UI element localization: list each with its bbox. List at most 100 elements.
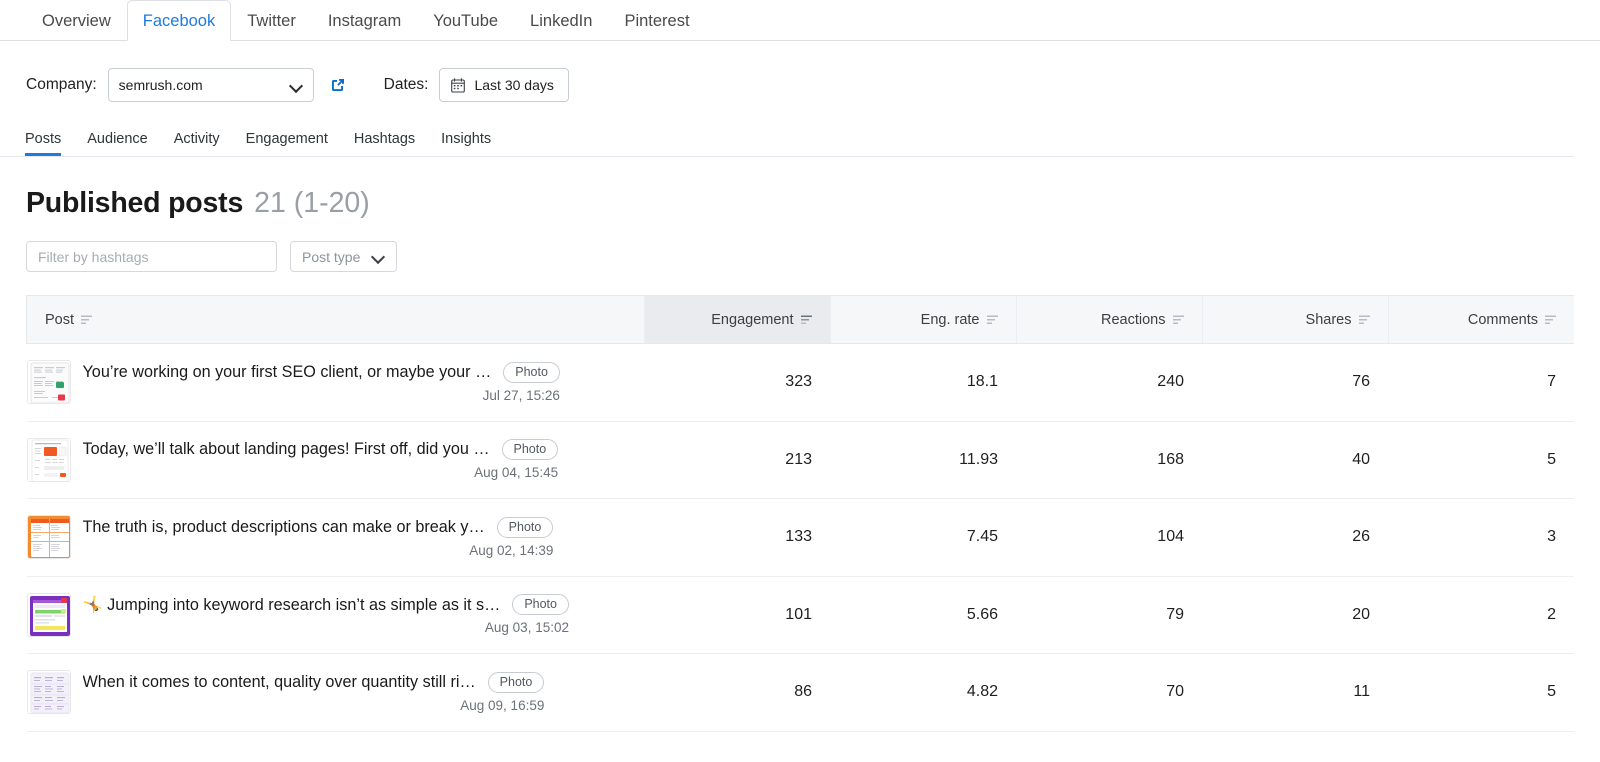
- post-thumbnail[interactable]: [26, 592, 71, 637]
- cell-comments: 2: [1388, 576, 1574, 654]
- filters-bar: Company: semrush.com Dates: Last 30 days: [0, 41, 1600, 107]
- post-thumbnail[interactable]: [26, 360, 71, 405]
- col-header-eng-rate-label: Eng. rate: [920, 311, 980, 328]
- post-type-badge: Photo: [496, 516, 554, 538]
- col-header-comments[interactable]: Comments: [1387, 295, 1574, 344]
- table-controls: Post type: [0, 220, 1600, 272]
- post-type-dropdown[interactable]: Post type: [290, 241, 398, 272]
- cell-engagement: 86: [644, 653, 830, 732]
- table-row[interactable]: The truth is, product descriptions can m…: [26, 498, 1574, 577]
- cell-post: Today, we’ll talk about landing pages! F…: [26, 421, 644, 499]
- page-title-count: 21 (1-20): [254, 187, 370, 219]
- post-date: Aug 09, 16:59: [460, 697, 545, 713]
- col-header-post-label: Post: [45, 311, 75, 328]
- subtab-insights[interactable]: Insights: [441, 131, 491, 157]
- col-header-post[interactable]: Post: [26, 295, 644, 344]
- cell-engagement: 133: [644, 498, 830, 577]
- col-header-shares[interactable]: Shares: [1201, 295, 1388, 344]
- cell-eng-rate: 18.1: [830, 343, 1016, 422]
- tab-instagram[interactable]: Instagram: [312, 0, 417, 40]
- post-date: Aug 03, 15:02: [484, 620, 569, 636]
- post-title[interactable]: The truth is, product descriptions can m…: [83, 518, 485, 537]
- cell-shares: 20: [1202, 576, 1388, 654]
- subtab-engagement[interactable]: Engagement: [246, 131, 328, 157]
- tab-linkedin[interactable]: LinkedIn: [514, 0, 608, 40]
- cell-eng-rate: 7.45: [830, 498, 1016, 577]
- cell-engagement: 323: [644, 343, 830, 422]
- table-row[interactable]: Today, we’ll talk about landing pages! F…: [26, 421, 1574, 499]
- post-type-badge: Photo: [487, 671, 545, 693]
- subtab-activity[interactable]: Activity: [174, 131, 220, 157]
- sort-icon[interactable]: [1172, 314, 1184, 325]
- col-header-reactions-label: Reactions: [1101, 311, 1166, 328]
- col-header-engagement-label: Engagement: [711, 311, 794, 328]
- cell-shares: 76: [1202, 343, 1388, 422]
- table-head: Post Engagement Eng. rate Reactions Shar…: [26, 295, 1574, 344]
- cell-post: The truth is, product descriptions can m…: [26, 498, 644, 577]
- table-row[interactable]: 🤸 Jumping into keyword research isn’t as…: [26, 576, 1574, 654]
- cell-shares: 40: [1202, 421, 1388, 499]
- post-thumbnail[interactable]: [26, 437, 71, 482]
- cell-comments: 5: [1388, 653, 1574, 732]
- post-thumbnail[interactable]: [26, 670, 71, 715]
- cell-engagement: 101: [644, 576, 830, 654]
- company-select-value: semrush.com: [118, 77, 203, 93]
- cell-eng-rate: 11.93: [830, 421, 1016, 499]
- post-title[interactable]: Today, we’ll talk about landing pages! F…: [83, 440, 490, 459]
- cell-reactions: 240: [1016, 343, 1202, 422]
- tab-pinterest[interactable]: Pinterest: [608, 0, 705, 40]
- post-title[interactable]: When it comes to content, quality over q…: [83, 673, 476, 692]
- post-thumbnail[interactable]: [26, 515, 71, 560]
- cell-reactions: 168: [1016, 421, 1202, 499]
- table-row[interactable]: When it comes to content, quality over q…: [26, 653, 1574, 732]
- sub-tabs: Posts Audience Activity Engagement Hasht…: [0, 129, 1574, 157]
- post-type-label: Post type: [302, 248, 361, 265]
- tab-youtube[interactable]: YouTube: [417, 0, 514, 40]
- subtab-audience[interactable]: Audience: [87, 131, 147, 157]
- post-title[interactable]: You’re working on your first SEO client,…: [83, 363, 492, 382]
- table-row[interactable]: You’re working on your first SEO client,…: [26, 343, 1574, 422]
- sort-icon[interactable]: [1358, 314, 1370, 325]
- tab-facebook[interactable]: Facebook: [126, 0, 232, 41]
- external-link-icon[interactable]: [328, 75, 348, 95]
- col-header-engagement[interactable]: Engagement: [643, 295, 830, 344]
- post-type-badge: Photo: [503, 361, 560, 383]
- post-title[interactable]: 🤸 Jumping into keyword research isn’t as…: [83, 595, 501, 615]
- cell-eng-rate: 4.82: [830, 653, 1016, 732]
- company-select[interactable]: semrush.com: [107, 68, 314, 102]
- tab-overview[interactable]: Overview: [26, 0, 127, 40]
- cell-engagement: 213: [644, 421, 830, 499]
- subtab-hashtags[interactable]: Hashtags: [354, 131, 415, 157]
- cell-post: 🤸 Jumping into keyword research isn’t as…: [26, 576, 644, 654]
- dates-button-label: Last 30 days: [474, 77, 554, 93]
- published-posts-table: Post Engagement Eng. rate Reactions Shar…: [26, 295, 1574, 732]
- table-header-row: Post Engagement Eng. rate Reactions Shar…: [26, 295, 1574, 344]
- dates-button[interactable]: Last 30 days: [439, 68, 569, 102]
- cell-shares: 26: [1202, 498, 1388, 577]
- sort-icon[interactable]: [81, 314, 93, 325]
- sort-icon[interactable]: [1545, 314, 1556, 325]
- cell-reactions: 70: [1016, 653, 1202, 732]
- sort-icon[interactable]: [986, 314, 998, 325]
- subtab-posts[interactable]: Posts: [25, 131, 62, 156]
- cell-comments: 7: [1388, 343, 1574, 422]
- sort-icon-active[interactable]: [800, 314, 812, 325]
- tab-twitter[interactable]: Twitter: [231, 0, 312, 40]
- hashtag-filter-input[interactable]: [26, 241, 277, 272]
- post-date: Jul 27, 15:26: [482, 387, 560, 403]
- page-title: Published posts: [26, 187, 244, 219]
- col-header-reactions[interactable]: Reactions: [1015, 295, 1202, 344]
- post-type-badge: Photo: [512, 594, 569, 616]
- cell-post: You’re working on your first SEO client,…: [26, 343, 644, 422]
- table-body: You’re working on your first SEO client,…: [26, 343, 1574, 732]
- cell-reactions: 79: [1016, 576, 1202, 654]
- cell-post: When it comes to content, quality over q…: [26, 653, 644, 732]
- col-header-shares-label: Shares: [1305, 311, 1352, 328]
- chevron-down-icon: [372, 250, 385, 263]
- col-header-eng-rate[interactable]: Eng. rate: [829, 295, 1016, 344]
- cell-comments: 3: [1388, 498, 1574, 577]
- post-type-badge: Photo: [501, 439, 559, 461]
- cell-shares: 11: [1202, 653, 1388, 732]
- page-title-row: Published posts 21 (1-20): [0, 157, 1600, 220]
- chevron-down-icon: [290, 79, 303, 92]
